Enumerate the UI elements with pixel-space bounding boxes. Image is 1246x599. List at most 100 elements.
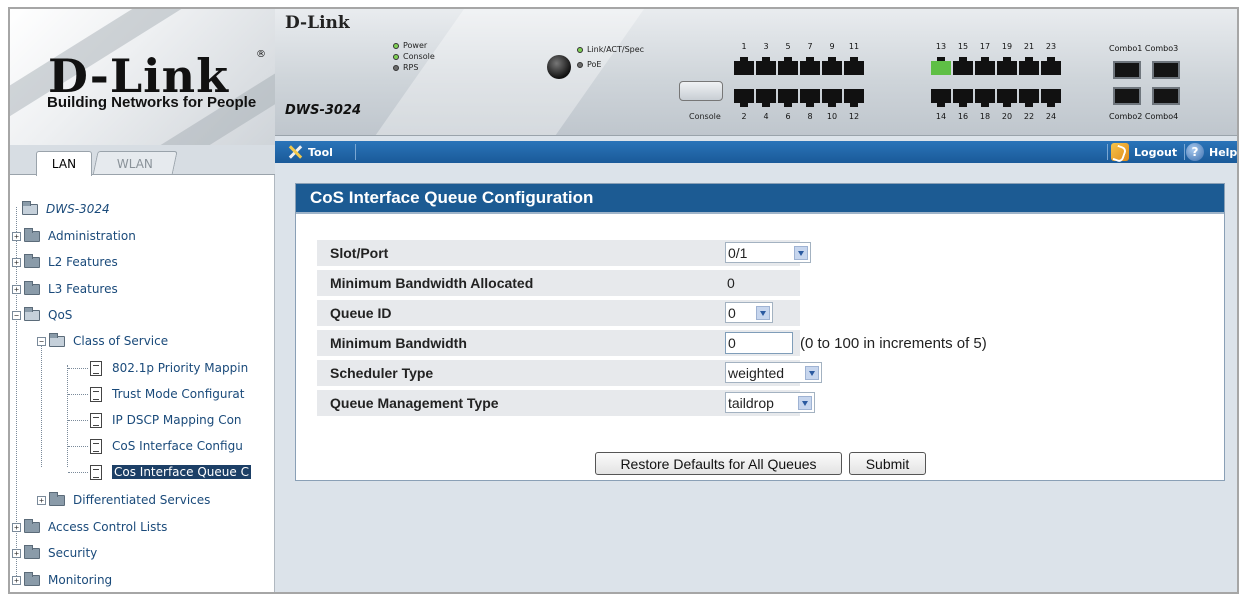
min-bandwidth-input[interactable]: 0 [725, 332, 793, 354]
ethernet-port-icon [1019, 89, 1039, 107]
app-frame: D-Link ® Building Networks for People D-… [8, 7, 1239, 594]
port-number: 4 [763, 112, 769, 121]
expand-icon[interactable]: + [37, 495, 46, 505]
port-number: 8 [807, 112, 813, 121]
expand-icon[interactable]: + [12, 548, 21, 558]
ethernet-port-icon [975, 57, 995, 75]
led-power: Power [393, 41, 427, 50]
chevron-down-icon [798, 395, 812, 410]
sidebar-item-trust-mode[interactable]: Trust Mode Configurat [90, 385, 245, 403]
expand-icon[interactable]: + [12, 575, 21, 585]
port-number: 5 [785, 42, 791, 51]
sidebar-tree: DWS-3024 + Administration + L2 Features + L… [10, 175, 275, 592]
collapse-icon[interactable]: − [37, 336, 46, 346]
cos-queue-panel: CoS Interface Queue Configuration Slot/P… [295, 183, 1225, 481]
port-number: 14 [935, 112, 947, 121]
combo-port-icon [1113, 87, 1141, 105]
ethernet-port-icon [800, 57, 820, 75]
folder-open-icon [49, 332, 65, 347]
expand-icon[interactable]: + [12, 284, 21, 294]
min-bw-allocated-value: 0 [725, 272, 791, 293]
sidebar-item-differentiated-services[interactable]: + Differentiated Services [37, 491, 210, 509]
led-console: Console [393, 52, 435, 61]
sidebar-item-ip-dscp-mapping[interactable]: IP DSCP Mapping Con [90, 411, 242, 429]
console-port-icon [679, 81, 723, 101]
tab-wlan[interactable]: WLAN [92, 151, 178, 176]
led-dot-icon [577, 61, 583, 68]
tab-lan[interactable]: LAN [36, 151, 92, 176]
sidebar-item-monitoring[interactable]: + Monitoring [12, 571, 112, 589]
ethernet-port-icon [734, 89, 754, 107]
port-number: 2 [741, 112, 747, 121]
restore-defaults-button[interactable]: Restore Defaults for All Queues [595, 452, 842, 475]
sidebar-item-class-of-service[interactable]: − Class of Service [37, 332, 168, 350]
port-number: 19 [1001, 42, 1013, 51]
device-brand: D-Link [285, 13, 350, 33]
device-front-panel: D-Link Power Console RPS Link/ACT/Spec P… [275, 9, 1237, 136]
dlink-logo: D-Link ® Building Networks for People [10, 9, 275, 145]
ethernet-port-icon [953, 57, 973, 75]
logo-registered: ® [256, 49, 266, 60]
tree-root[interactable]: DWS-3024 [22, 200, 110, 218]
led-dot-icon [577, 46, 583, 53]
sidebar-item-l2-features[interactable]: + L2 Features [12, 253, 118, 271]
sidebar-item-l3-features[interactable]: + L3 Features [12, 280, 118, 298]
port-number: 10 [826, 112, 838, 121]
device-model: DWS-3024 [285, 103, 362, 118]
help-button[interactable]: ? Help [1186, 141, 1237, 163]
ethernet-port-icon [931, 89, 951, 107]
logout-button[interactable]: Logout [1111, 141, 1177, 163]
document-icon [90, 464, 102, 480]
expand-icon[interactable]: + [12, 231, 21, 241]
sidebar-item-access-control-lists[interactable]: + Access Control Lists [12, 518, 167, 536]
combo-port-icon [1113, 61, 1141, 79]
led-dot-icon [393, 64, 399, 71]
ethernet-port-icon [997, 57, 1017, 75]
expand-icon[interactable]: + [12, 257, 21, 267]
folder-icon [24, 518, 40, 533]
sidebar-item-cos-interface-queue[interactable]: Cos Interface Queue C [90, 463, 251, 481]
sidebar-item-8021p-priority-mapping[interactable]: 802.1p Priority Mappin [90, 359, 248, 377]
ethernet-port-icon [1041, 57, 1061, 75]
ethernet-port-icon [778, 57, 798, 75]
ethernet-port-icon [1019, 57, 1039, 75]
document-icon [90, 412, 102, 428]
port-number: 7 [807, 42, 813, 51]
combo-port-icon [1152, 61, 1180, 79]
toolbar: Tool Logout ? Help [275, 141, 1237, 163]
ethernet-port-icon [997, 89, 1017, 107]
port-number: 9 [829, 42, 835, 51]
combo-bottom-label: Combo2 Combo4 [1109, 112, 1179, 121]
port-number: 15 [957, 42, 969, 51]
sidebar-item-administration[interactable]: + Administration [12, 227, 136, 245]
port-number: 3 [763, 42, 769, 51]
collapse-icon[interactable]: − [12, 310, 21, 320]
port-number: 18 [979, 112, 991, 121]
folder-icon [24, 280, 40, 295]
sidebar-item-qos[interactable]: − QoS [12, 306, 72, 324]
queue-mgmt-type-select[interactable]: taildrop [725, 392, 815, 413]
submit-button[interactable]: Submit [849, 452, 926, 475]
expand-icon[interactable]: + [12, 522, 21, 532]
nav-tabs: LAN WLAN [10, 145, 275, 176]
port-number: 6 [785, 112, 791, 121]
port-number: 17 [979, 42, 991, 51]
document-icon [90, 360, 102, 376]
panel-title: CoS Interface Queue Configuration [296, 184, 1224, 214]
ethernet-port-icon [734, 57, 754, 75]
tool-menu[interactable]: Tool [287, 141, 333, 163]
slot-port-select[interactable]: 0/1 [725, 242, 811, 263]
tool-icon [287, 144, 303, 160]
logout-icon [1111, 143, 1129, 161]
sidebar-item-security[interactable]: + Security [12, 544, 97, 562]
scheduler-type-select[interactable]: weighted [725, 362, 822, 383]
queue-id-select[interactable]: 0 [725, 302, 773, 323]
port-number: 11 [848, 42, 860, 51]
port-number: 1 [741, 42, 747, 51]
sidebar-item-cos-interface-config[interactable]: CoS Interface Configu [90, 437, 243, 455]
folder-icon [49, 491, 65, 506]
ethernet-port-icon [800, 89, 820, 107]
ethernet-port-icon [1041, 89, 1061, 107]
ethernet-port-icon [953, 89, 973, 107]
folder-open-icon [22, 200, 38, 215]
